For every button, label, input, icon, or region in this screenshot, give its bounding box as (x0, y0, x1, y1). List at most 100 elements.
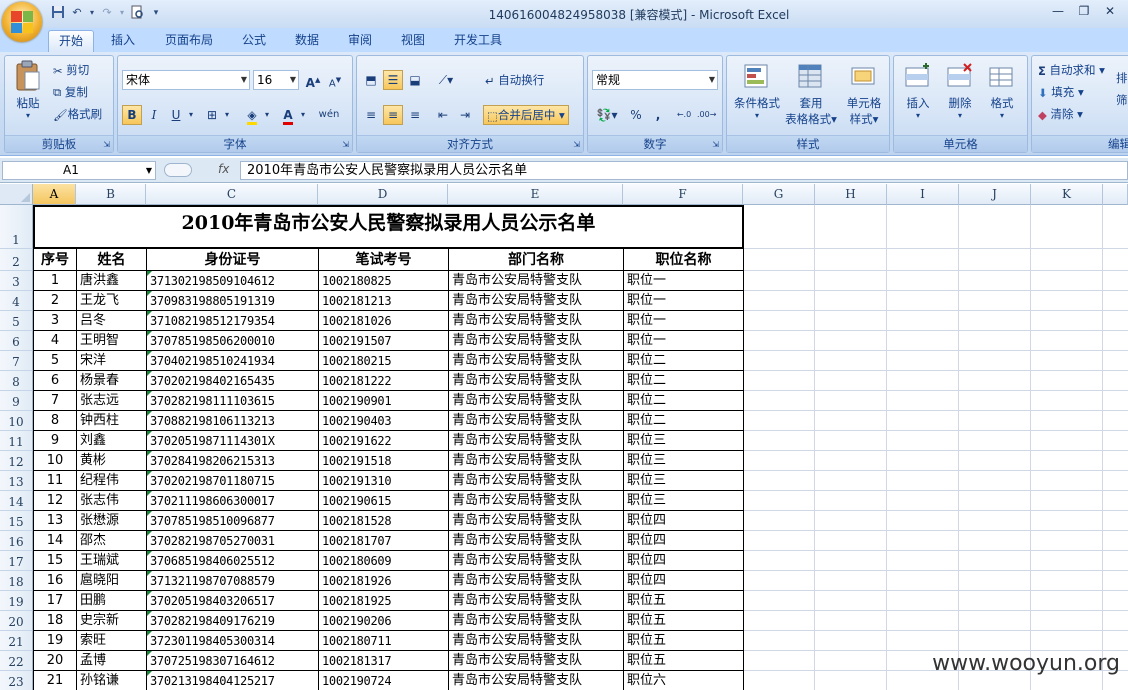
paste-button[interactable]: 粘贴 ▾ (9, 60, 47, 120)
cell-col-seq[interactable]: 20 (34, 651, 77, 671)
cell-col-id-number[interactable]: 370785198506200010 (147, 331, 319, 351)
cell-styles-button[interactable]: 单元格 样式▾ (839, 62, 889, 127)
cell-col-exam-number[interactable]: 1002181026 (319, 311, 449, 331)
tab-review[interactable]: 审阅 (338, 30, 382, 52)
format-as-table-button[interactable]: 套用 表格格式▾ (785, 62, 837, 127)
column-header-g[interactable]: G (743, 184, 815, 205)
cell-col-name[interactable]: 纪程伟 (77, 471, 147, 491)
copy-button[interactable]: ⧉ 复制 (53, 84, 88, 100)
cell-col-seq[interactable]: 10 (34, 451, 77, 471)
cell-col-seq[interactable]: 11 (34, 471, 77, 491)
percent-button[interactable]: % (626, 105, 646, 125)
shrink-font-button[interactable]: A▼ (325, 70, 345, 90)
cell-col-id-number[interactable]: 371302198509104612 (147, 271, 319, 291)
cell-col-exam-number[interactable]: 1002181317 (319, 651, 449, 671)
row-header[interactable]: 17 (0, 551, 33, 571)
font-launcher-icon[interactable]: ⇲ (342, 140, 349, 149)
cell-col-department[interactable]: 青岛市公安局特警支队 (449, 491, 624, 511)
cell-col-seq[interactable]: 1 (34, 271, 77, 291)
cell-col-position[interactable]: 职位一 (624, 271, 744, 291)
column-header-d[interactable]: D (318, 184, 448, 205)
border-button[interactable]: ⊞ (202, 105, 222, 125)
name-box-dropdown-icon[interactable]: ▼ (146, 162, 152, 179)
cell-col-exam-number[interactable]: 1002191310 (319, 471, 449, 491)
cell-col-exam-number[interactable]: 1002181222 (319, 371, 449, 391)
cell-col-exam-number[interactable]: 1002190724 (319, 671, 449, 690)
cell-col-position[interactable]: 职位六 (624, 671, 744, 690)
cell-col-position[interactable]: 职位五 (624, 651, 744, 671)
row-header[interactable]: 15 (0, 511, 33, 531)
cut-button[interactable]: ✂ 剪切 (53, 62, 89, 78)
row-header[interactable]: 13 (0, 471, 33, 491)
column-header-h[interactable]: H (815, 184, 887, 205)
align-right-button[interactable]: ≡ (405, 105, 425, 125)
cell-col-exam-number[interactable]: 1002181926 (319, 571, 449, 591)
cell-col-department[interactable]: 青岛市公安局特警支队 (449, 591, 624, 611)
row-header[interactable]: 11 (0, 431, 33, 451)
cell-col-department[interactable]: 青岛市公安局特警支队 (449, 671, 624, 690)
sort-filter-button[interactable]: 排 (1116, 70, 1128, 86)
cell-col-seq[interactable]: 15 (34, 551, 77, 571)
cell-col-name[interactable]: 吕冬 (77, 311, 147, 331)
cell-col-seq[interactable]: 12 (34, 491, 77, 511)
sheet-title-cell[interactable]: 2010年青岛市公安人民警察拟录用人员公示名单 (33, 205, 744, 249)
row-header[interactable]: 16 (0, 531, 33, 551)
row-header[interactable]: 19 (0, 591, 33, 611)
cell-col-id-number[interactable]: 370282198409176219 (147, 611, 319, 631)
cell-col-position[interactable]: 职位四 (624, 571, 744, 591)
column-header-i[interactable]: I (887, 184, 959, 205)
cell-col-name[interactable]: 钟西柱 (77, 411, 147, 431)
align-left-button[interactable]: ≡ (361, 105, 381, 125)
column-header-k[interactable]: K (1031, 184, 1103, 205)
cell-col-name[interactable]: 刘鑫 (77, 431, 147, 451)
insert-cells-button[interactable]: 插入 ▾ (898, 62, 938, 120)
cell-col-name[interactable]: 孙铭谦 (77, 671, 147, 690)
cell-col-name[interactable]: 王明智 (77, 331, 147, 351)
cell-col-id-number[interactable]: 370202198701180715 (147, 471, 319, 491)
tab-page-layout[interactable]: 页面布局 (155, 30, 223, 52)
cell-col-name[interactable]: 唐洪鑫 (77, 271, 147, 291)
restore-icon[interactable]: ❐ (1072, 2, 1096, 20)
row-header[interactable]: 2 (0, 249, 33, 271)
cell-col-position[interactable]: 职位五 (624, 631, 744, 651)
minimize-icon[interactable]: — (1046, 2, 1070, 20)
bold-button[interactable]: B (122, 105, 142, 125)
cell-col-department[interactable]: 青岛市公安局特警支队 (449, 611, 624, 631)
cell-col-seq[interactable]: 13 (34, 511, 77, 531)
cell-col-id-number[interactable]: 370402198510241934 (147, 351, 319, 371)
cell-col-department[interactable]: 青岛市公安局特警支队 (449, 311, 624, 331)
cell-col-id-number[interactable]: 370213198404125217 (147, 671, 319, 690)
cell-col-department[interactable]: 青岛市公安局特警支队 (449, 271, 624, 291)
cell-col-exam-number[interactable]: 1002181707 (319, 531, 449, 551)
cell-col-name[interactable]: 黄彬 (77, 451, 147, 471)
cell-col-name[interactable]: 杨景春 (77, 371, 147, 391)
cell-col-seq[interactable]: 18 (34, 611, 77, 631)
cell-col-department[interactable]: 青岛市公安局特警支队 (449, 531, 624, 551)
cell-col-exam-number[interactable]: 1002181213 (319, 291, 449, 311)
cell-col-name[interactable]: 王龙飞 (77, 291, 147, 311)
cell-col-department[interactable]: 青岛市公安局特警支队 (449, 391, 624, 411)
column-header-f[interactable]: F (623, 184, 743, 205)
cell-col-seq[interactable]: 21 (34, 671, 77, 690)
cell-col-name[interactable]: 张志伟 (77, 491, 147, 511)
grow-font-button[interactable]: A▲ (303, 70, 323, 90)
tab-formulas[interactable]: 公式 (232, 30, 276, 52)
cell-col-exam-number[interactable]: 1002181528 (319, 511, 449, 531)
cell-col-position[interactable]: 职位五 (624, 611, 744, 631)
accounting-format-button[interactable]: 💱▾ (592, 105, 622, 125)
number-format-select[interactable]: 常规 ▼ (592, 70, 718, 90)
cell-col-seq[interactable]: 3 (34, 311, 77, 331)
row-header[interactable]: 4 (0, 291, 33, 311)
column-header-b[interactable]: B (76, 184, 146, 205)
insert-function-button[interactable]: fx (160, 161, 238, 180)
row-header[interactable]: 12 (0, 451, 33, 471)
cell-col-id-number[interactable]: 371082198512179354 (147, 311, 319, 331)
cell-col-department[interactable]: 青岛市公安局特警支队 (449, 451, 624, 471)
cell-col-department[interactable]: 青岛市公安局特警支队 (449, 551, 624, 571)
cell-col-exam-number[interactable]: 1002190403 (319, 411, 449, 431)
font-size-select[interactable]: 16 ▼ (253, 70, 299, 90)
cell-col-department[interactable]: 青岛市公安局特警支队 (449, 371, 624, 391)
cell-col-seq[interactable]: 2 (34, 291, 77, 311)
cell-col-name[interactable]: 史宗新 (77, 611, 147, 631)
row-header[interactable]: 7 (0, 351, 33, 371)
